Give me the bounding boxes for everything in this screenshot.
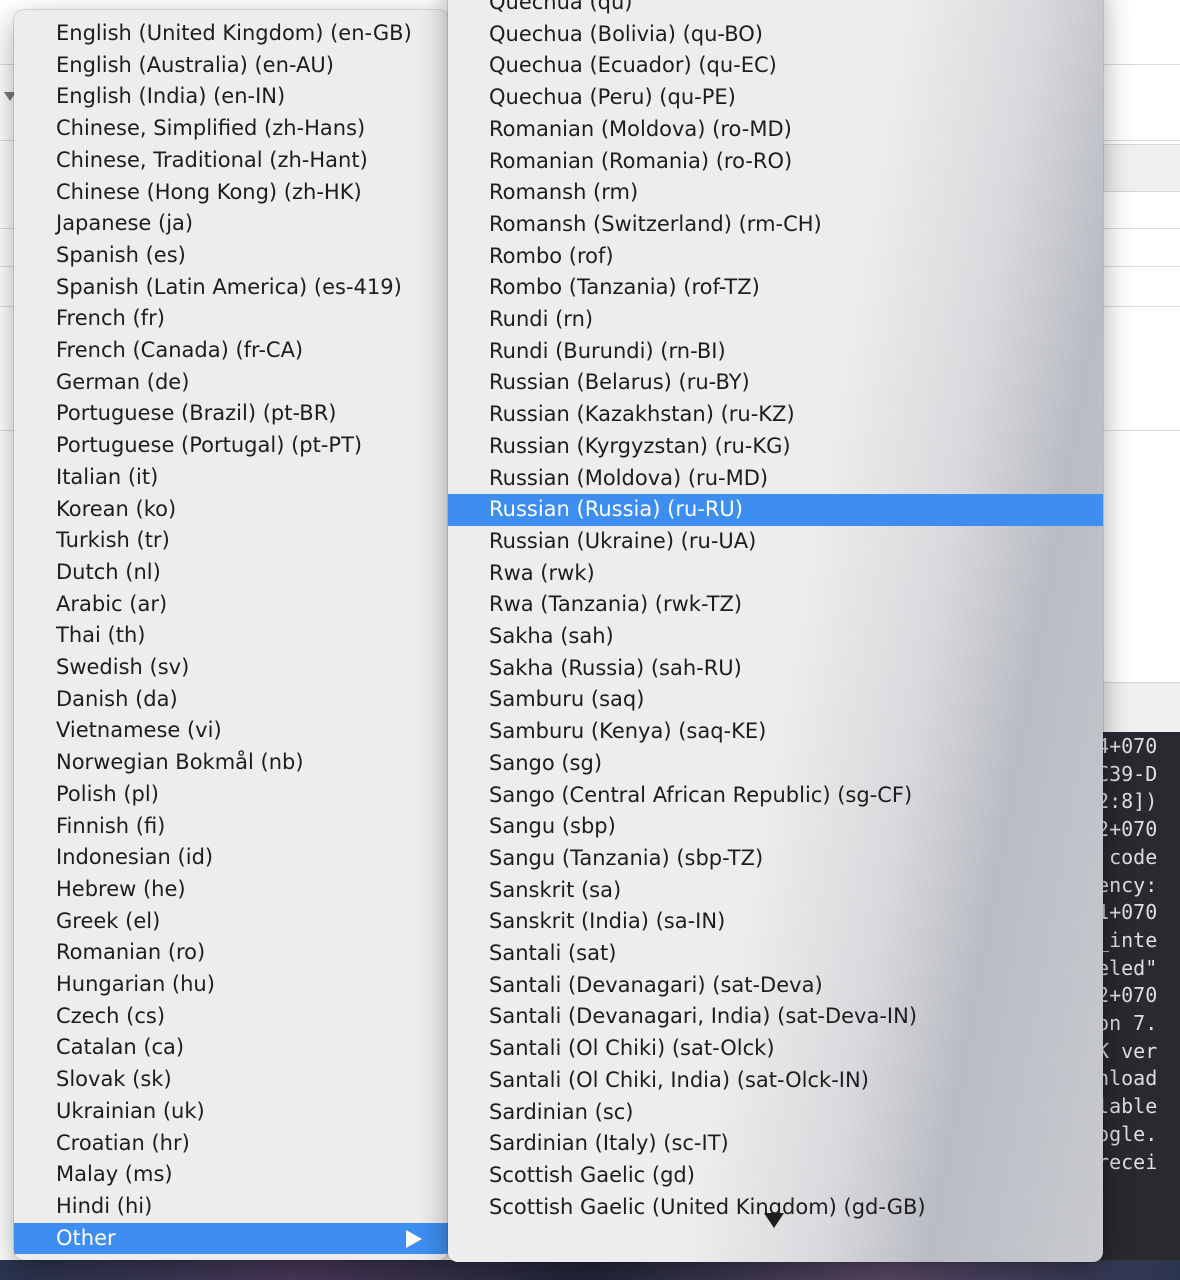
language-submenu[interactable]: Quechua (qu) Quechua (Bolivia) (qu-BO) Que… [448, 0, 1103, 1262]
menu-item[interactable]: Danish (da) [14, 684, 448, 716]
submenu-item[interactable]: Rundi (rn) [448, 304, 1103, 336]
dock [0, 1260, 1180, 1280]
submenu-item[interactable]: Sango (Central African Republic) (sg-CF) [448, 780, 1103, 812]
menu-item[interactable]: Finnish (fi) [14, 811, 448, 843]
menu-item[interactable]: Arabic (ar) [14, 589, 448, 621]
menu-item[interactable]: Vietnamese (vi) [14, 715, 448, 747]
menu-item[interactable]: Spanish (es) [14, 240, 448, 272]
menu-item-label: Other [56, 1225, 116, 1250]
menu-item[interactable]: Chinese (Hong Kong) (zh-HK) [14, 177, 448, 209]
menu-item[interactable]: Malay (ms) [14, 1159, 448, 1191]
menu-item[interactable]: Portuguese (Portugal) (pt-PT) [14, 430, 448, 462]
submenu-item[interactable]: Sangu (sbp) [448, 811, 1103, 843]
submenu-item[interactable]: Russian (Kyrgyzstan) (ru-KG) [448, 431, 1103, 463]
submenu-item[interactable]: Romansh (rm) [448, 177, 1103, 209]
submenu-item[interactable]: Quechua (Bolivia) (qu-BO) [448, 19, 1103, 51]
debug-bar [1100, 682, 1180, 734]
menu-item[interactable]: Swedish (sv) [14, 652, 448, 684]
menu-item[interactable]: Thai (th) [14, 620, 448, 652]
submenu-item[interactable]: Sardinian (sc) [448, 1097, 1103, 1129]
submenu-item[interactable]: Sangu (Tanzania) (sbp-TZ) [448, 843, 1103, 875]
submenu-item[interactable]: Sanskrit (India) (sa-IN) [448, 906, 1103, 938]
submenu-item[interactable]: Rundi (Burundi) (rn-BI) [448, 336, 1103, 368]
submenu-item[interactable]: Romanian (Romania) (ro-RO) [448, 146, 1103, 178]
menu-item[interactable]: Portuguese (Brazil) (pt-BR) [14, 398, 448, 430]
menu-item[interactable]: Italian (it) [14, 462, 448, 494]
menu-item[interactable]: Polish (pl) [14, 779, 448, 811]
menu-item[interactable]: English (Australia) (en-AU) [14, 50, 448, 82]
menu-item[interactable]: Dutch (nl) [14, 557, 448, 589]
menu-item[interactable]: English (United Kingdom) (en-GB) [14, 18, 448, 50]
menu-item[interactable]: French (Canada) (fr-CA) [14, 335, 448, 367]
menu-item[interactable]: Spanish (Latin America) (es-419) [14, 272, 448, 304]
submenu-item[interactable]: Samburu (Kenya) (saq-KE) [448, 716, 1103, 748]
table-header [1100, 144, 1180, 192]
submenu-item[interactable]: Russian (Moldova) (ru-MD) [448, 463, 1103, 495]
menu-item[interactable]: Hindi (hi) [14, 1191, 448, 1223]
menu-item[interactable]: English (India) (en-IN) [14, 81, 448, 113]
menu-item[interactable]: Korean (ko) [14, 494, 448, 526]
submenu-item[interactable]: Santali (Ol Chiki) (sat-Olck) [448, 1033, 1103, 1065]
submenu-item[interactable]: Sardinian (Italy) (sc-IT) [448, 1128, 1103, 1160]
menu-item[interactable]: Czech (cs) [14, 1001, 448, 1033]
submenu-item-selected[interactable]: Russian (Russia) (ru-RU) [448, 494, 1103, 526]
submenu-item[interactable]: Santali (Ol Chiki, India) (sat-Olck-IN) [448, 1065, 1103, 1097]
menu-item[interactable]: French (fr) [14, 303, 448, 335]
submenu-item[interactable]: Romanian (Moldova) (ro-MD) [448, 114, 1103, 146]
menu-item[interactable]: Croatian (hr) [14, 1128, 448, 1160]
submenu-item[interactable]: Rombo (rof) [448, 241, 1103, 273]
submenu-item[interactable]: Romansh (Switzerland) (rm-CH) [448, 209, 1103, 241]
menu-item[interactable]: Slovak (sk) [14, 1064, 448, 1096]
submenu-item[interactable]: Russian (Belarus) (ru-BY) [448, 367, 1103, 399]
submenu-item[interactable]: Samburu (saq) [448, 684, 1103, 716]
menu-item[interactable]: Turkish (tr) [14, 525, 448, 557]
submenu-item[interactable]: Quechua (qu) [448, 0, 1103, 19]
menu-item[interactable]: Ukrainian (uk) [14, 1096, 448, 1128]
submenu-item[interactable]: Russian (Kazakhstan) (ru-KZ) [448, 399, 1103, 431]
submenu-item[interactable]: Scottish Gaelic (United Kingdom) (gd-GB) [448, 1192, 1103, 1224]
menu-item-other[interactable]: Other [14, 1222, 448, 1255]
menu-item[interactable]: Hebrew (he) [14, 874, 448, 906]
menu-item[interactable]: Chinese, Simplified (zh-Hans) [14, 113, 448, 145]
menu-item[interactable]: German (de) [14, 367, 448, 399]
submenu-item[interactable]: Sango (sg) [448, 748, 1103, 780]
menu-item[interactable]: Romanian (ro) [14, 937, 448, 969]
submenu-item[interactable]: Rwa (Tanzania) (rwk-TZ) [448, 589, 1103, 621]
submenu-arrow-icon [406, 1229, 422, 1248]
submenu-item[interactable]: Quechua (Ecuador) (qu-EC) [448, 50, 1103, 82]
menu-item[interactable]: Hungarian (hu) [14, 969, 448, 1001]
menu-item[interactable]: Norwegian Bokmål (nb) [14, 747, 448, 779]
menu-item[interactable]: Catalan (ca) [14, 1032, 448, 1064]
submenu-item[interactable]: Russian (Ukraine) (ru-UA) [448, 526, 1103, 558]
submenu-item[interactable]: Santali (sat) [448, 938, 1103, 970]
submenu-item[interactable]: Scottish Gaelic (gd) [448, 1160, 1103, 1192]
menu-item[interactable]: Greek (el) [14, 906, 448, 938]
menu-item[interactable]: Japanese (ja) [14, 208, 448, 240]
submenu-item[interactable]: Rombo (Tanzania) (rof-TZ) [448, 272, 1103, 304]
menu-item[interactable]: Chinese, Traditional (zh-Hant) [14, 145, 448, 177]
submenu-item[interactable]: Santali (Devanagari) (sat-Deva) [448, 970, 1103, 1002]
submenu-item[interactable]: Quechua (Peru) (qu-PE) [448, 82, 1103, 114]
submenu-item[interactable]: Sakha (Russia) (sah-RU) [448, 653, 1103, 685]
submenu-item[interactable]: Sakha (sah) [448, 621, 1103, 653]
language-menu[interactable]: English (United Kingdom) (en-GB) English … [14, 10, 448, 1260]
menu-item[interactable]: Indonesian (id) [14, 842, 448, 874]
submenu-item[interactable]: Sanskrit (sa) [448, 875, 1103, 907]
submenu-item[interactable]: Rwa (rwk) [448, 558, 1103, 590]
submenu-item[interactable]: Santali (Devanagari, India) (sat-Deva-IN… [448, 1001, 1103, 1033]
